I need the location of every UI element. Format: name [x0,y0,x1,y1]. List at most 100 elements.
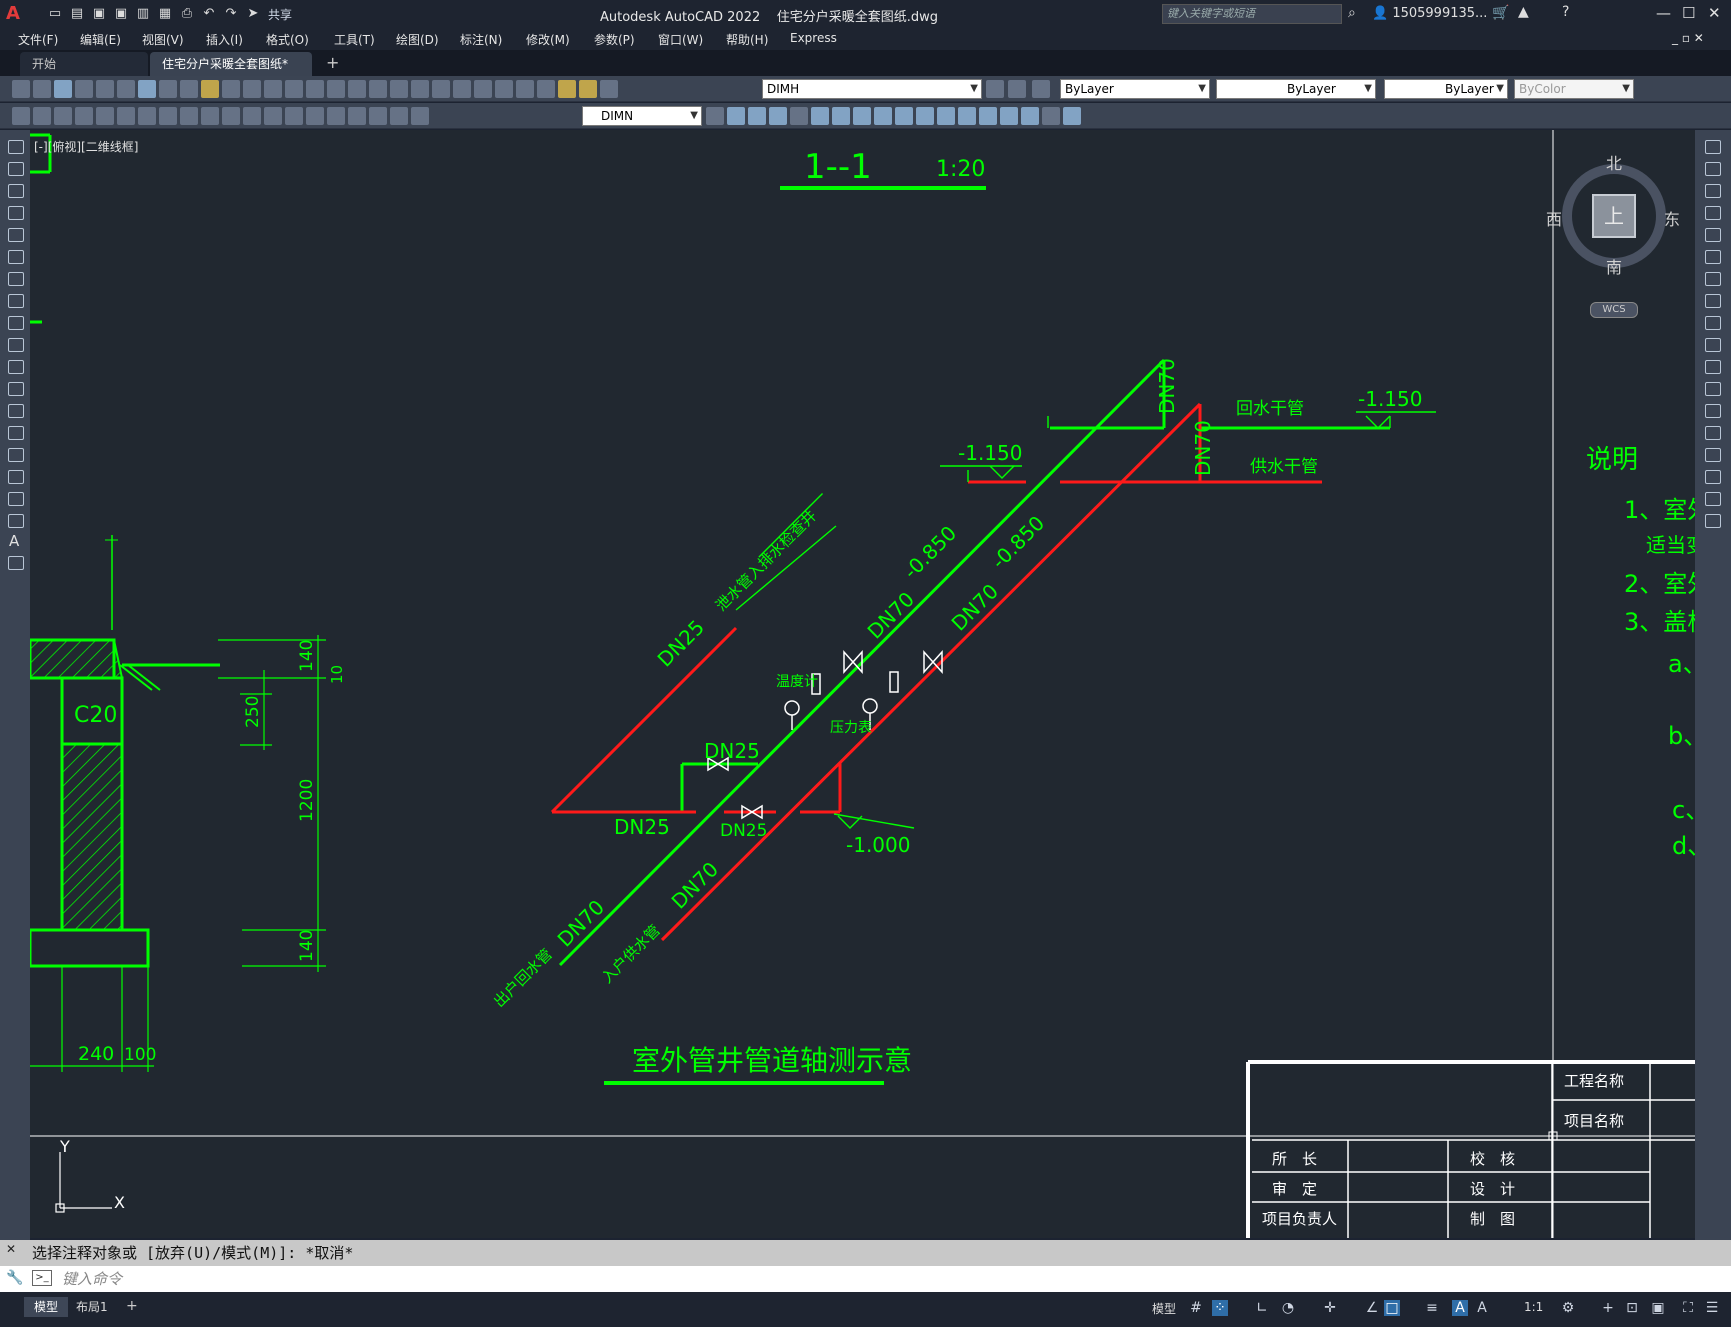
add-selected-icon[interactable] [8,556,24,570]
dim-continue-icon[interactable] [222,107,240,125]
erase-tool-icon[interactable] [1042,107,1060,125]
jogged-linear-icon[interactable] [348,107,366,125]
dim-radius-icon[interactable] [96,107,114,125]
viewcube-face[interactable]: 上 [1592,194,1636,238]
array-icon[interactable] [1705,228,1721,242]
save-as-icon[interactable]: ▣ [112,5,130,23]
quickcalc-icon[interactable] [495,80,513,98]
dim-update-icon[interactable] [411,107,429,125]
chamfer-icon[interactable] [1705,448,1721,462]
annotation-scale[interactable]: 1:1 [1524,1300,1543,1314]
fullscreen-icon[interactable]: ⛶ [1680,1300,1696,1316]
autocad-logo-icon[interactable]: A [6,3,28,25]
dim-edit-icon[interactable] [369,107,387,125]
close-command-icon[interactable]: ✕ [6,1242,16,1256]
doc-minimize-icon[interactable]: _ ▫ ✕ [1672,31,1704,45]
lineweight-icon[interactable]: ≡ [1424,1300,1440,1316]
polyline-icon[interactable] [8,184,24,198]
mirror-icon[interactable] [1705,184,1721,198]
menu-format[interactable]: 格式(O) [266,31,309,48]
annotation-autoscale-icon[interactable]: A [1474,1300,1490,1316]
lineweight-combo[interactable]: ByLayer ▼ [1384,79,1508,99]
revision-cloud-icon[interactable] [8,294,24,308]
copy-tool-icon[interactable] [1705,162,1721,176]
polygon-icon[interactable] [8,206,24,220]
new-icon[interactable]: ▭ [46,5,64,23]
save-tool-icon[interactable] [54,80,72,98]
hardware-accel-icon[interactable]: ▣ [1650,1300,1666,1316]
circle-icon[interactable] [8,272,24,286]
preview-icon[interactable] [96,80,114,98]
search-icon[interactable]: ⌕ [1348,5,1356,21]
chamfer-tool-icon[interactable] [979,107,997,125]
compass-south[interactable]: 南 [1606,254,1622,278]
match-properties-icon[interactable] [222,80,240,98]
zoom-previous-icon[interactable] [369,80,387,98]
fillet-icon[interactable] [1705,470,1721,484]
pan-icon[interactable] [306,80,324,98]
center-mark-icon[interactable] [306,107,324,125]
user-account[interactable]: 👤 1505999135... [1372,6,1487,21]
linetype-combo[interactable]: ByLayer ▼ [1216,79,1376,99]
tool-palettes-icon[interactable] [432,80,450,98]
menu-file[interactable]: 文件(F) [18,31,58,48]
plot-icon[interactable]: ⎙ [178,5,196,23]
table-icon[interactable] [8,514,24,528]
scale-icon[interactable] [1705,294,1721,308]
copy-object-icon[interactable] [727,107,745,125]
dimstyle-manager-icon[interactable] [706,107,724,125]
3d-dwf-icon[interactable] [138,80,156,98]
layer-match-icon[interactable] [1032,80,1050,98]
dim-diameter-icon[interactable] [138,107,156,125]
trim-tool-icon[interactable] [895,107,913,125]
maximize-icon[interactable]: ☐ [1682,4,1695,22]
help-icon[interactable]: ? [1562,4,1569,20]
layer-freeze-icon[interactable] [579,80,597,98]
arc-icon[interactable] [8,250,24,264]
dim-arc-icon[interactable] [54,107,72,125]
plus-icon[interactable]: + [1600,1300,1616,1316]
menu-tools[interactable]: 工具(T) [334,31,375,48]
ellipse-arc-icon[interactable] [8,360,24,374]
tolerance-icon[interactable] [285,107,303,125]
gradient-icon[interactable] [8,470,24,484]
dim-aligned-icon[interactable] [33,107,51,125]
compass-west[interactable]: 西 [1546,206,1562,230]
block-editor-icon[interactable] [243,80,261,98]
share-button[interactable]: 共享 [268,6,292,23]
rotate-icon[interactable] [1705,272,1721,286]
autodesk-app-icon[interactable]: ▲ [1518,4,1529,20]
layer-lock-icon[interactable] [600,80,618,98]
save-web-icon[interactable]: ▦ [156,5,174,23]
new-tab-icon[interactable]: + [326,53,339,72]
menu-parametric[interactable]: 参数(P) [594,31,635,48]
open-web-icon[interactable]: ▥ [134,5,152,23]
erase-icon[interactable] [1705,140,1721,154]
tab-layout1[interactable]: 布局1 [66,1297,118,1317]
dim-ordinate-icon[interactable] [75,107,93,125]
inspection-icon[interactable] [327,107,345,125]
viewcube[interactable]: 上 北 南 西 东 [1546,150,1680,277]
move-icon[interactable] [1705,250,1721,264]
close-icon[interactable]: ✕ [1708,4,1721,22]
explode-icon[interactable] [1705,514,1721,528]
scale-tool-icon[interactable] [853,107,871,125]
menu-view[interactable]: 视图(V) [142,31,184,48]
break-point-icon[interactable] [1705,382,1721,396]
compass-north[interactable]: 北 [1606,150,1622,174]
design-center-icon[interactable] [411,80,429,98]
join-icon[interactable] [1705,426,1721,440]
dim-baseline-icon[interactable] [201,107,219,125]
explode-tool-icon[interactable] [1021,107,1039,125]
mirror-tool-icon[interactable] [748,107,766,125]
properties-icon[interactable] [390,80,408,98]
spline-icon[interactable] [8,316,24,330]
region-icon[interactable] [8,492,24,506]
offset-icon[interactable] [1705,206,1721,220]
array-tool-icon[interactable] [790,107,808,125]
mtext-icon[interactable]: A [9,532,19,550]
cart-icon[interactable]: 🛒 [1492,5,1509,21]
move-tool-icon[interactable] [811,107,829,125]
wcs-button[interactable]: WCS [1590,302,1638,318]
tab-model[interactable]: 模型 [24,1297,69,1317]
